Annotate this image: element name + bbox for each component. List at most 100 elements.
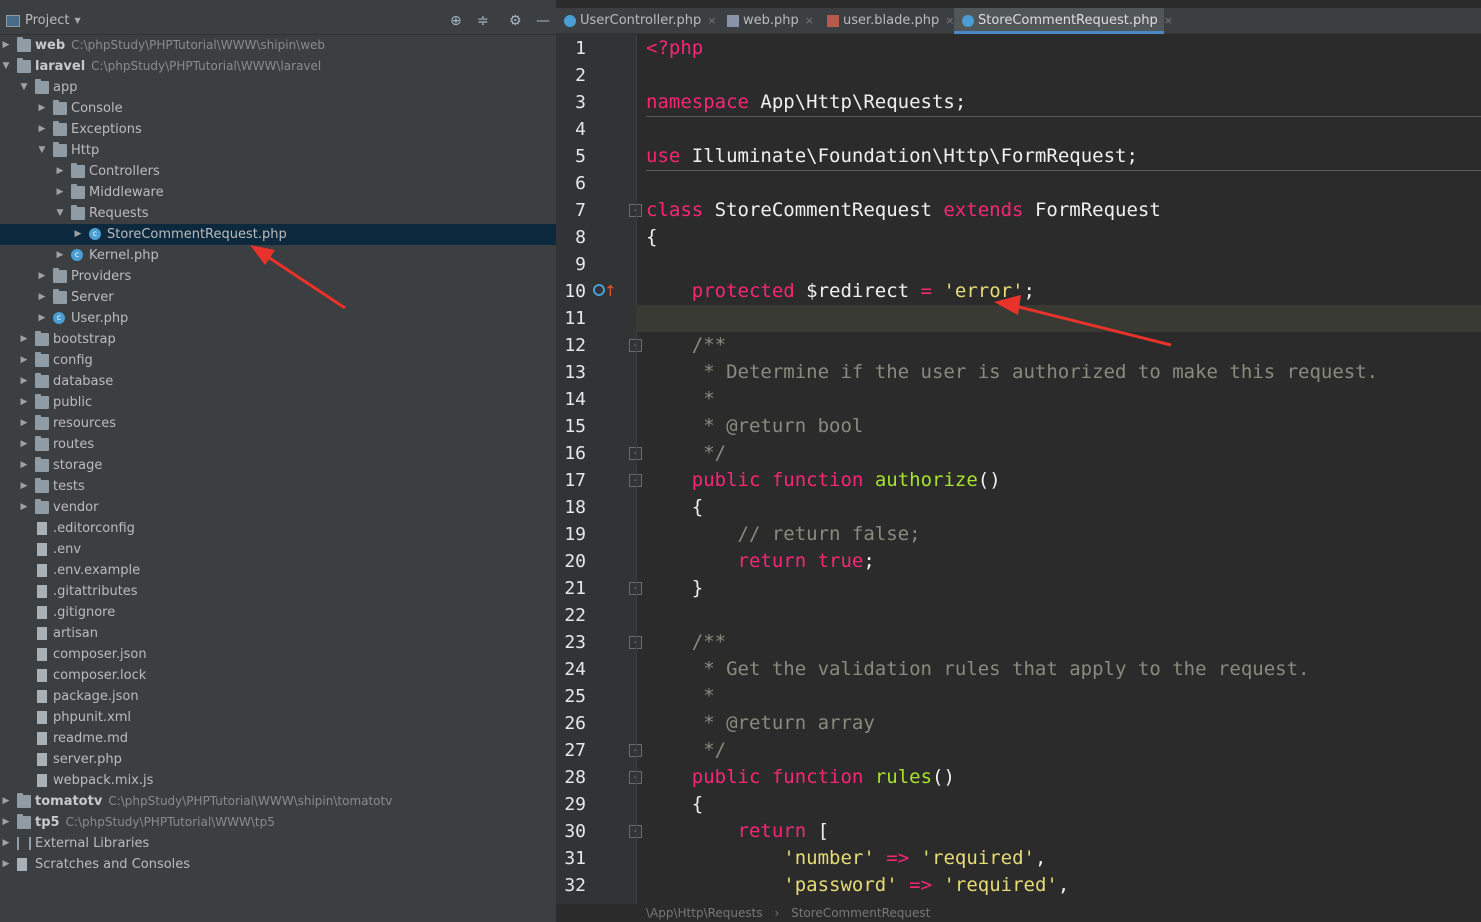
close-icon[interactable]: × [805, 14, 814, 27]
collapsed-arrow-icon[interactable]: ▶ [18, 455, 30, 476]
editor-tab[interactable]: web.php × [719, 8, 817, 34]
code-line[interactable]: <?php [636, 35, 1481, 62]
code-line[interactable] [636, 62, 1481, 89]
collapsed-arrow-icon[interactable]: ▶ [0, 854, 12, 875]
code-line[interactable]: } [636, 575, 1481, 602]
tree-item[interactable]: ▶ c Kernel.php [0, 245, 556, 266]
tree-item[interactable]: ▶ tp5 C:\phpStudy\PHPTutorial\WWW\tp5 [0, 812, 556, 833]
tree-item[interactable]: phpunit.xml [0, 707, 556, 728]
tree-item[interactable]: ▶ web C:\phpStudy\PHPTutorial\WWW\shipin\w… [0, 35, 556, 56]
expanded-arrow-icon[interactable]: ▼ [0, 56, 12, 77]
code-line[interactable]: * [636, 386, 1481, 413]
tree-item[interactable]: ▶ tomatotv C:\phpStudy\PHPTutorial\WWW\shi… [0, 791, 556, 812]
collapsed-arrow-icon[interactable]: ▶ [0, 791, 12, 812]
tree-item[interactable]: ▶ storage [0, 455, 556, 476]
tree-item[interactable]: ▶ Exceptions [0, 119, 556, 140]
tree-item[interactable]: composer.json [0, 644, 556, 665]
code-line[interactable]: return [ [636, 818, 1481, 845]
tree-item[interactable]: .env [0, 539, 556, 560]
code-line[interactable]: public function authorize() [636, 467, 1481, 494]
tree-item[interactable]: ▶ database [0, 371, 556, 392]
collapsed-arrow-icon[interactable]: ▶ [0, 833, 12, 854]
code-line[interactable]: * [636, 683, 1481, 710]
collapsed-arrow-icon[interactable]: ▶ [36, 119, 48, 140]
expanded-arrow-icon[interactable]: ▼ [36, 140, 48, 161]
code-line[interactable] [636, 116, 1481, 143]
collapsed-arrow-icon[interactable]: ▶ [18, 371, 30, 392]
tree-item[interactable]: ▶ c User.php [0, 308, 556, 329]
tree-item[interactable]: ▼ app [0, 77, 556, 98]
tree-item[interactable]: ▶ bootstrap [0, 329, 556, 350]
tree-item[interactable]: ▼ Requests [0, 203, 556, 224]
code-line[interactable] [636, 170, 1481, 197]
close-icon[interactable]: × [707, 14, 716, 27]
collapsed-arrow-icon[interactable]: ▶ [36, 266, 48, 287]
code-line[interactable]: namespace App\Http\Requests; [636, 89, 1481, 116]
collapsed-arrow-icon[interactable]: ▶ [18, 350, 30, 371]
close-icon[interactable]: × [1164, 14, 1173, 27]
code-line[interactable]: { [636, 791, 1481, 818]
tree-item[interactable]: ▼ Http [0, 140, 556, 161]
code-line[interactable]: */ [636, 440, 1481, 467]
code-line[interactable]: return true; [636, 548, 1481, 575]
collapsed-arrow-icon[interactable]: ▶ [36, 98, 48, 119]
tree-item[interactable]: package.json [0, 686, 556, 707]
collapsed-arrow-icon[interactable]: ▶ [36, 287, 48, 308]
tree-item[interactable]: ▶ resources [0, 413, 556, 434]
tree-item[interactable]: ▶ Scratches and Consoles [0, 854, 556, 875]
tree-item[interactable]: ▶ Server [0, 287, 556, 308]
collapsed-arrow-icon[interactable]: ▶ [18, 392, 30, 413]
breadcrumb[interactable]: \App\Http\Requests › StoreCommentRequest [636, 904, 930, 922]
hide-icon[interactable]: — [536, 13, 550, 29]
editor-tab[interactable]: UserController.php × [556, 8, 716, 34]
code-line[interactable]: 'number' => 'required', [636, 845, 1481, 872]
expanded-arrow-icon[interactable]: ▼ [18, 77, 30, 98]
code-line[interactable]: use Illuminate\Foundation\Http\FormReque… [636, 143, 1481, 170]
code-line[interactable]: /** [636, 332, 1481, 359]
tree-item[interactable]: ▶ Providers [0, 266, 556, 287]
breadcrumb-namespace[interactable]: \App\Http\Requests [646, 906, 763, 920]
code-line[interactable] [636, 305, 1481, 332]
code-line[interactable]: 'password' => 'required', [636, 872, 1481, 899]
code-line[interactable]: { [636, 494, 1481, 521]
tree-item[interactable]: ▶ routes [0, 434, 556, 455]
tree-item[interactable]: ▶ config [0, 350, 556, 371]
editor-tab[interactable]: user.blade.php × [819, 8, 954, 34]
expanded-arrow-icon[interactable]: ▼ [54, 203, 66, 224]
tree-item[interactable]: server.php [0, 749, 556, 770]
code-line[interactable]: class StoreCommentRequest extends FormRe… [636, 197, 1481, 224]
code-line[interactable] [636, 602, 1481, 629]
code-line[interactable]: // return false; [636, 521, 1481, 548]
collapsed-arrow-icon[interactable]: ▶ [18, 434, 30, 455]
collapsed-arrow-icon[interactable]: ▶ [54, 161, 66, 182]
collapsed-arrow-icon[interactable]: ▶ [36, 308, 48, 329]
collapsed-arrow-icon[interactable]: ▶ [18, 329, 30, 350]
collapse-all-icon[interactable]: ≑ [477, 13, 489, 29]
tree-item[interactable]: ▶ vendor [0, 497, 556, 518]
collapsed-arrow-icon[interactable]: ▶ [0, 35, 12, 56]
gear-icon[interactable]: ⚙ [509, 13, 522, 29]
collapsed-arrow-icon[interactable]: ▶ [54, 245, 66, 266]
tree-item[interactable]: .editorconfig [0, 518, 556, 539]
code-line[interactable] [636, 251, 1481, 278]
code-line[interactable]: { [636, 224, 1481, 251]
collapsed-arrow-icon[interactable]: ▶ [18, 476, 30, 497]
collapsed-arrow-icon[interactable]: ▶ [72, 224, 84, 245]
code-line[interactable]: public function rules() [636, 764, 1481, 791]
tree-item[interactable]: artisan [0, 623, 556, 644]
tree-item[interactable]: composer.lock [0, 665, 556, 686]
tree-item[interactable]: ▼ laravel C:\phpStudy\PHPTutorial\WWW\lara… [0, 56, 556, 77]
code-line[interactable]: * @return array [636, 710, 1481, 737]
tree-item[interactable]: ▶ Controllers [0, 161, 556, 182]
tree-item[interactable]: ▶ tests [0, 476, 556, 497]
collapsed-arrow-icon[interactable]: ▶ [0, 812, 12, 833]
code-editor[interactable]: <?php namespace App\Http\Requests; use Ill… [636, 34, 1481, 904]
tree-item[interactable]: ▶ public [0, 392, 556, 413]
code-line[interactable]: */ [636, 737, 1481, 764]
breadcrumb-class[interactable]: StoreCommentRequest [791, 906, 930, 920]
code-line[interactable]: protected $redirect = 'error'; [636, 278, 1481, 305]
tree-item[interactable]: ▶ External Libraries [0, 833, 556, 854]
locate-icon[interactable]: ⊕ [450, 13, 462, 29]
collapsed-arrow-icon[interactable]: ▶ [54, 182, 66, 203]
tree-item[interactable]: ▶ Console [0, 98, 556, 119]
